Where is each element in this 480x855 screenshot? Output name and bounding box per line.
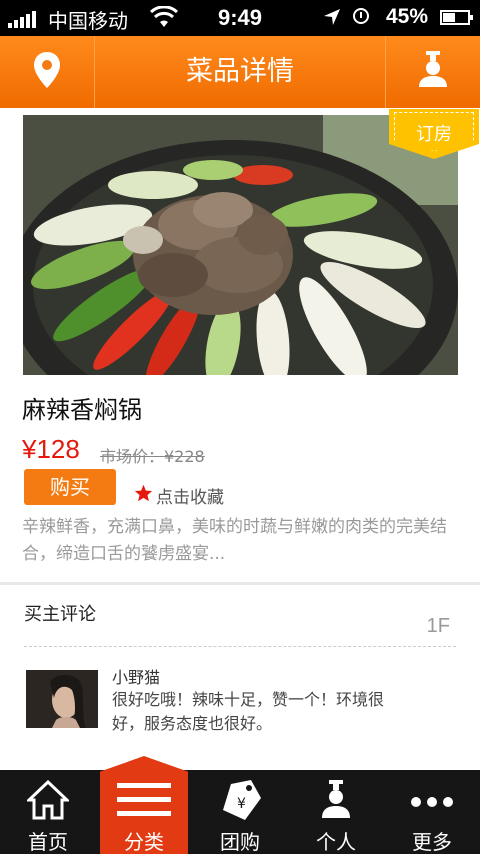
page-title: 菜品详情 (186, 56, 294, 87)
dashed-divider (24, 646, 456, 647)
tab-more[interactable]: 更多 (384, 770, 480, 854)
review-text: 很好吃哦！辣味十足，赞一个！环境很好，服务态度也很好。 (112, 690, 385, 733)
user-icon (319, 780, 353, 824)
section-divider (0, 582, 480, 585)
tab-group-buy[interactable]: ¥ 团购 (192, 770, 288, 854)
reviewer-name: 小野猫 (112, 668, 161, 687)
book-room-badge[interactable]: 订房 (389, 109, 479, 159)
home-icon (25, 779, 71, 824)
user-icon (416, 51, 450, 93)
status-bar: 中国移动 9:49 45% (0, 0, 480, 36)
tab-profile[interactable]: 个人 (288, 770, 384, 854)
star-icon (134, 484, 156, 507)
tab-home[interactable]: 首页 (0, 770, 96, 854)
review-floor: 1F (426, 615, 450, 637)
market-price: 市场价：¥228 (100, 447, 205, 466)
tab-more-label: 更多 (412, 830, 452, 854)
tab-group-buy-label: 团购 (220, 830, 260, 854)
dish-name: 麻辣香焖锅 (22, 396, 142, 424)
svg-text:¥: ¥ (237, 796, 246, 812)
tab-bar: 首页 分类 ¥ 团购 个人 更多 (0, 756, 480, 854)
tab-profile-label: 个人 (316, 830, 356, 854)
category-menu-icon (117, 780, 171, 824)
dish-price: ¥128 (22, 434, 80, 464)
reviews-title: 买主评论 (24, 604, 96, 625)
dish-description: 辛辣鲜香，充满口鼻，美味的时蔬与鲜嫩的肉类的完美结合，缔造口舌的饕虏盛宴... (22, 517, 447, 564)
nav-bar: 菜品详情 (0, 36, 480, 108)
favorite-button[interactable]: 点击收藏 (134, 483, 224, 508)
buy-button[interactable]: 购买 (24, 469, 116, 505)
favorite-label: 点击收藏 (156, 488, 224, 508)
location-button[interactable] (0, 36, 95, 108)
avatar[interactable] (26, 670, 98, 728)
tab-category[interactable]: 分类 (96, 756, 192, 854)
tab-category-label: 分类 (124, 830, 164, 854)
battery-percent: 45% (386, 5, 429, 28)
alarm-icon (353, 8, 369, 24)
more-icon (410, 793, 454, 812)
book-room-label: 订房 (416, 124, 452, 145)
tab-home-label: 首页 (28, 830, 68, 854)
location-arrow-icon (322, 7, 342, 32)
battery-icon (440, 10, 473, 25)
location-pin-icon (33, 51, 61, 93)
group-buy-tag-icon: ¥ (217, 778, 263, 826)
user-button[interactable] (385, 36, 480, 108)
